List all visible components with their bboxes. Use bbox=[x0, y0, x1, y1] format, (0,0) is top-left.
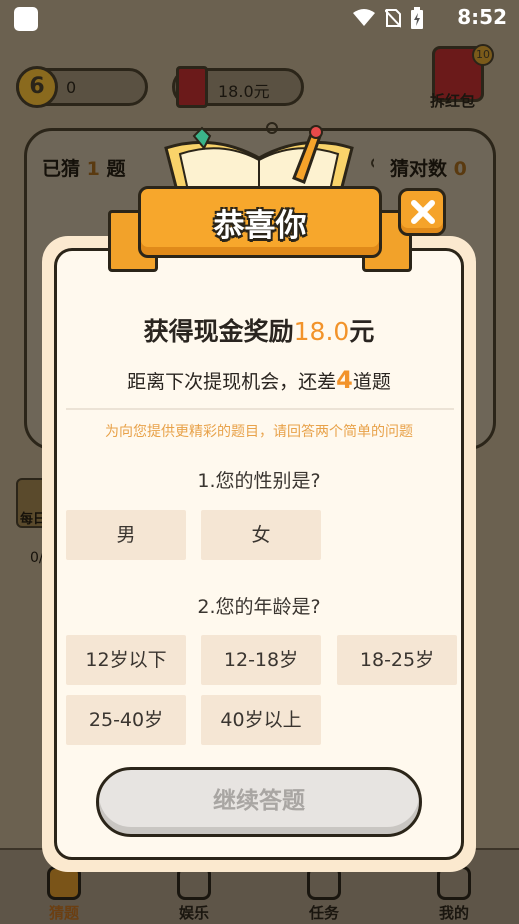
withdraw-suffix: 道题 bbox=[352, 371, 391, 393]
guessed-count-label: 已猜 1 题 bbox=[42, 154, 126, 181]
reward-unit: 元 bbox=[349, 317, 375, 346]
dialog-title: 恭喜你 bbox=[213, 208, 307, 244]
nav-label-guess: 猜题 bbox=[48, 904, 79, 922]
close-button[interactable] bbox=[398, 188, 446, 236]
cash-envelope-icon bbox=[176, 66, 208, 108]
correct-count: 0 bbox=[453, 158, 467, 180]
wifi-icon bbox=[353, 9, 375, 26]
status-bar: 8:52 bbox=[0, 0, 519, 36]
red-packet-count-badge: 10 bbox=[472, 44, 494, 66]
withdraw-count: 4 bbox=[336, 366, 353, 394]
guessed-suffix: 题 bbox=[106, 158, 126, 180]
reward-amount: 18.0 bbox=[293, 317, 350, 346]
nav-label-mine: 我的 bbox=[438, 904, 469, 922]
correct-label-text: 猜对数 bbox=[390, 158, 448, 180]
close-icon bbox=[411, 200, 435, 224]
option-female[interactable]: 女 bbox=[201, 510, 321, 560]
continue-button[interactable]: 继续答题 bbox=[96, 767, 422, 837]
option-age-over-40[interactable]: 40岁以上 bbox=[201, 695, 321, 745]
guessed-prefix: 已猜 bbox=[42, 158, 81, 180]
reward-prefix: 获得现金奖励 bbox=[143, 317, 294, 346]
reward-heading: 获得现金奖励18.0元 bbox=[54, 312, 464, 348]
status-icons bbox=[353, 7, 423, 29]
withdraw-hint: 距离下次提现机会，还差4道题 bbox=[54, 366, 464, 394]
option-male[interactable]: 男 bbox=[66, 510, 186, 560]
battery-charging-icon bbox=[411, 7, 423, 29]
red-packet-label[interactable]: 拆红包 bbox=[430, 90, 475, 111]
option-age-12-18[interactable]: 12-18岁 bbox=[201, 635, 321, 685]
no-sim-icon bbox=[385, 9, 401, 28]
correct-count-label: 猜对数 0 bbox=[390, 154, 467, 181]
status-time: 8:52 bbox=[457, 5, 507, 29]
question-gender-title: 1.您的性别是? bbox=[197, 470, 321, 492]
divider bbox=[66, 408, 454, 410]
coin-balance: 0 bbox=[66, 78, 77, 97]
coin-icon: 6 bbox=[16, 66, 58, 108]
option-age-under-12[interactable]: 12岁以下 bbox=[66, 635, 186, 685]
option-age-18-25[interactable]: 18-25岁 bbox=[337, 635, 457, 685]
nav-label-entertainment: 娱乐 bbox=[178, 904, 209, 922]
withdraw-prefix: 距离下次提现机会，还差 bbox=[127, 371, 337, 393]
nav-label-tasks: 任务 bbox=[308, 904, 339, 922]
survey-note: 为向您提供更精彩的题目，请回答两个简单的问题 bbox=[105, 424, 413, 440]
option-age-25-40[interactable]: 25-40岁 bbox=[66, 695, 186, 745]
app-notification-icon bbox=[14, 7, 38, 31]
cash-balance: 18.0元 bbox=[218, 82, 270, 101]
guessed-count: 1 bbox=[86, 158, 100, 180]
question-age-title: 2.您的年龄是? bbox=[197, 596, 321, 618]
